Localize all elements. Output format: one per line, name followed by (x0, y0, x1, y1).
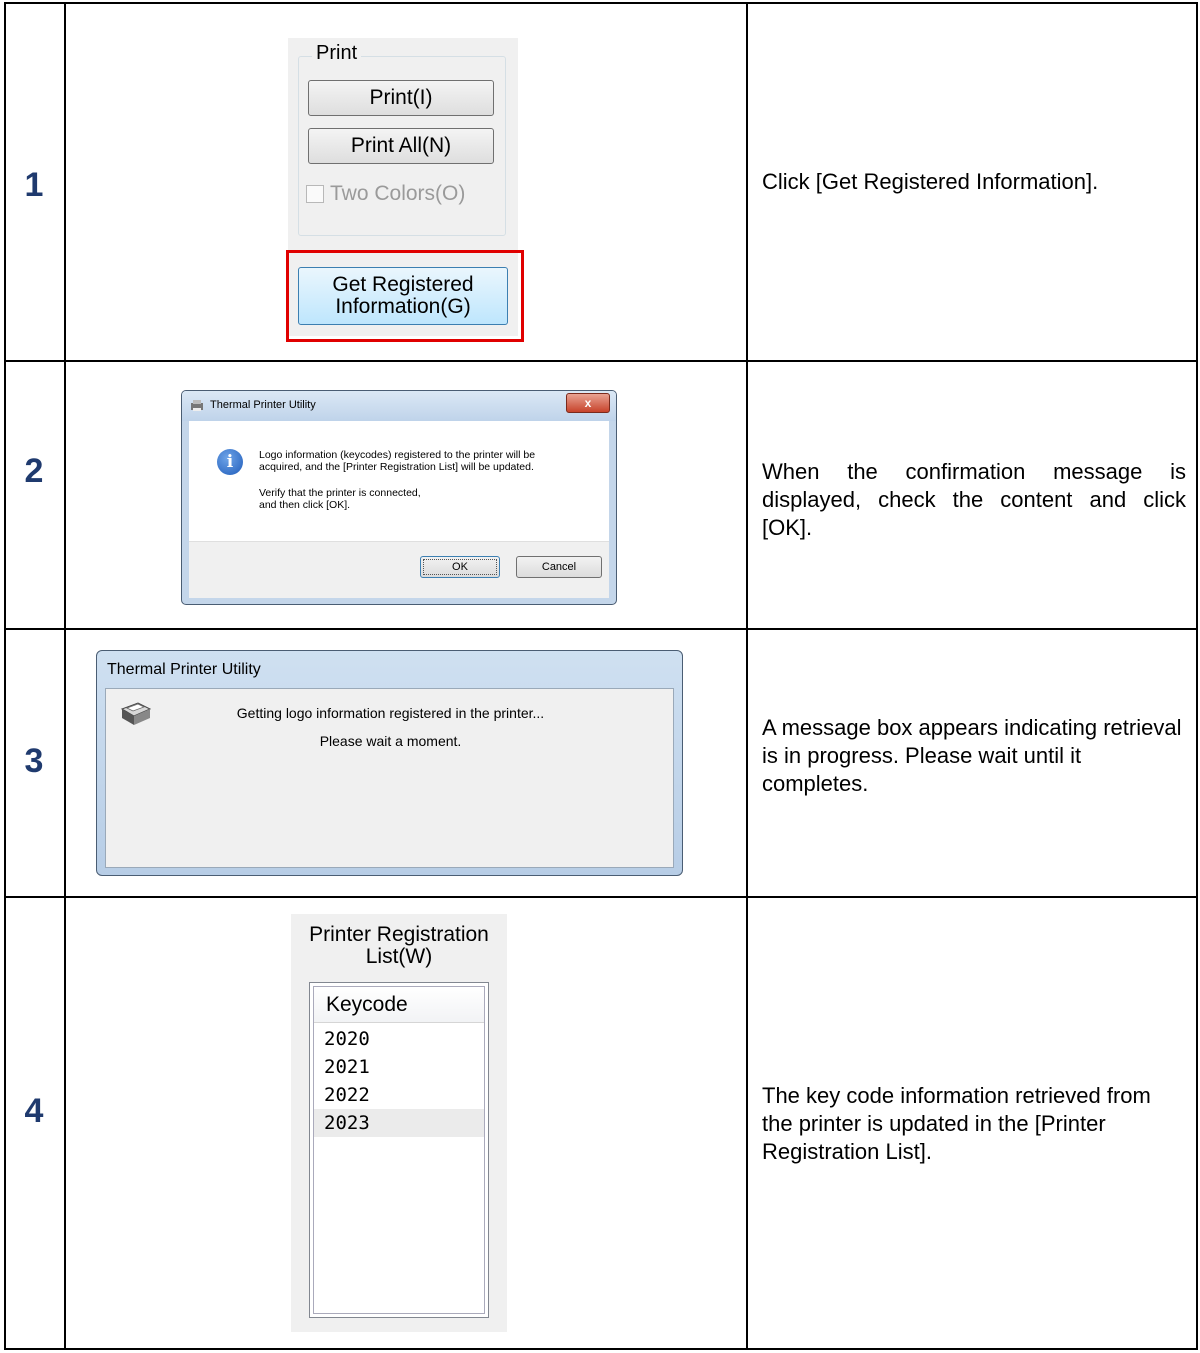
dialog-title: Thermal Printer Utility (210, 399, 316, 411)
dialog-body: i Logo information (keycodes) registered… (189, 421, 609, 598)
two-colors-checkbox[interactable]: Two Colors(O) (306, 182, 465, 206)
print-button[interactable]: Print(I) (308, 80, 494, 116)
printer-registration-panel: Printer Registration List(W) Keycode 202… (291, 914, 507, 1332)
print-all-button[interactable]: Print All(N) (308, 128, 494, 164)
step-4-description: The key code information retrieved from … (762, 1083, 1151, 1164)
dialog-titlebar: Thermal Printer Utility x (182, 391, 616, 421)
row-divider (6, 628, 1196, 630)
registration-list-title-line1: Printer Registration (309, 923, 489, 946)
confirmation-dialog: Thermal Printer Utility x i Logo informa… (181, 390, 617, 605)
row-divider (6, 896, 1196, 898)
dialog-message-line1: Logo information (keycodes) registered t… (259, 449, 536, 461)
progress-dialog: Thermal Printer Utility Getting logo inf… (96, 650, 683, 876)
column-divider (746, 4, 748, 1348)
step-2-description: When the confirmation message is display… (762, 459, 1186, 540)
print-group-label: Print (312, 42, 362, 65)
dialog-footer: OK Cancel (189, 541, 609, 598)
list-item[interactable]: 2022 (314, 1081, 484, 1109)
cancel-button[interactable]: Cancel (516, 556, 602, 578)
checkbox-box[interactable] (306, 185, 324, 203)
step-number-3: 3 (24, 742, 44, 780)
list-frame: Keycode 2020 2021 2022 2023 (313, 986, 485, 1314)
step-3-description: A message box appears indicating retriev… (762, 715, 1182, 796)
keycode-column-header[interactable]: Keycode (314, 987, 484, 1023)
step-number-1: 1 (24, 166, 44, 204)
progress-dialog-body: Getting logo information registered in t… (105, 688, 674, 868)
printer-app-icon (191, 400, 203, 411)
dialog-message-line3: Verify that the printer is connected, (259, 487, 421, 499)
progress-message-line2: Please wait a moment. (319, 733, 462, 749)
printer-registration-list[interactable]: Keycode 2020 2021 2022 2023 (309, 982, 489, 1318)
step-number-2: 2 (24, 452, 44, 490)
dialog-message-line2: acquired, and the [Printer Registration … (259, 461, 534, 473)
column-divider (64, 4, 66, 1348)
registration-list-title-line2: List(W) (365, 945, 433, 968)
step-1-description: Click [Get Registered Information]. (762, 169, 1099, 194)
info-icon: i (217, 449, 243, 475)
dialog-message-line4: and then click [OK]. (259, 499, 351, 511)
list-item[interactable]: 2020 (314, 1025, 484, 1053)
progress-message-line1: Getting logo information registered in t… (236, 705, 545, 721)
ok-button[interactable]: OK (420, 556, 500, 578)
row-divider (6, 360, 1196, 362)
list-item[interactable]: 2023 (314, 1109, 484, 1137)
two-colors-label: Two Colors(O) (330, 182, 466, 205)
highlight-frame (286, 250, 524, 342)
list-item[interactable]: 2021 (314, 1053, 484, 1081)
progress-dialog-title: Thermal Printer Utility (107, 661, 261, 678)
close-button[interactable]: x (566, 393, 610, 413)
step-number-4: 4 (24, 1092, 44, 1130)
